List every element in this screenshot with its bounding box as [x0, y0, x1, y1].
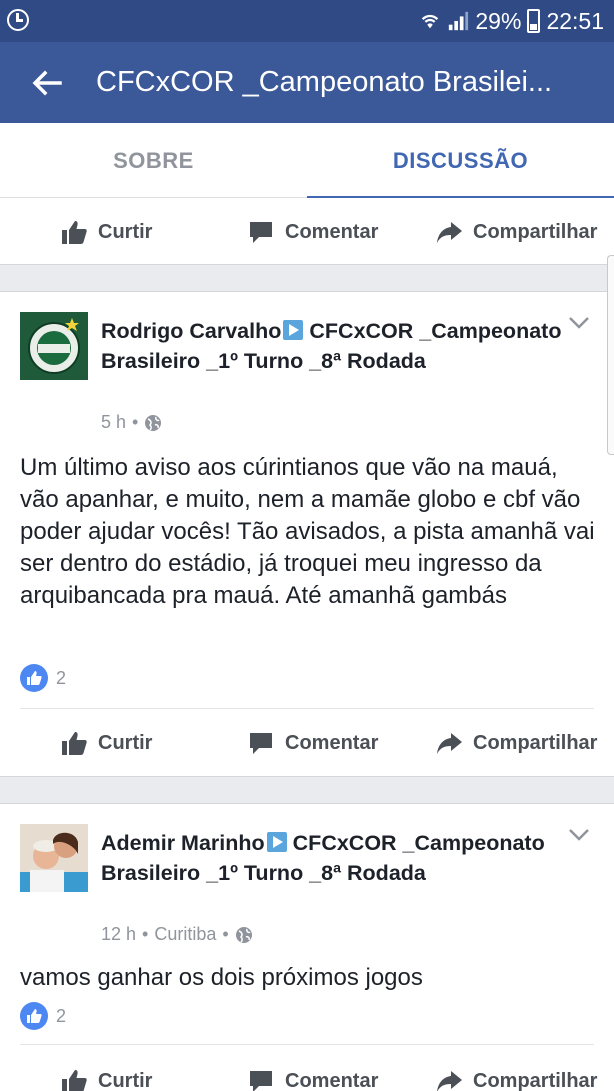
- like-reaction-icon: [20, 1002, 48, 1030]
- post-header: Rodrigo Carvalho CFCxCOR _Campeonato Bras…: [101, 316, 571, 376]
- meta-dot: •: [222, 924, 229, 944]
- tab-sobre[interactable]: SOBRE: [0, 123, 307, 198]
- feed-separator: [0, 264, 614, 292]
- share-label: Compartilhar: [473, 1069, 598, 1091]
- share-button[interactable]: Compartilhar: [435, 709, 597, 777]
- globe-icon: [145, 414, 162, 431]
- action-bar-top: Curtir Comentar Compartilhar: [0, 198, 614, 266]
- like-count: 2: [56, 667, 67, 688]
- comment-button[interactable]: Comentar: [247, 1047, 378, 1091]
- post-meta: 12 h • Curitiba •: [101, 924, 253, 945]
- post-header: Ademir Marinho CFCxCOR _Campeonato Brasil…: [101, 828, 571, 888]
- battery-percent: 29%: [475, 7, 522, 34]
- reaction-summary[interactable]: 2: [20, 664, 66, 692]
- like-button[interactable]: Curtir: [60, 198, 152, 266]
- play-arrow-icon: [283, 320, 304, 340]
- avatar[interactable]: [20, 824, 88, 892]
- chevron-down-icon[interactable]: [568, 828, 590, 842]
- post-text: Um último aviso aos cúrintianos que vão …: [20, 454, 595, 609]
- post-card: Rodrigo Carvalho CFCxCOR _Campeonato Bras…: [0, 292, 614, 777]
- status-right: 29% 22:51: [419, 6, 604, 36]
- comment-label: Comentar: [285, 1069, 379, 1091]
- post-text: vamos ganhar os dois próximos jogos: [20, 964, 423, 991]
- post-time[interactable]: 12 h: [101, 924, 136, 945]
- comment-icon: [250, 1071, 272, 1091]
- globe-icon: [235, 926, 252, 943]
- thumbs-up-icon: [62, 1070, 87, 1091]
- comment-icon: [250, 222, 272, 243]
- post-meta: 5 h •: [101, 412, 162, 433]
- share-label: Compartilhar: [473, 731, 598, 754]
- comment-icon: [250, 733, 272, 754]
- avatar[interactable]: [20, 312, 88, 380]
- scrollbar[interactable]: [607, 255, 614, 455]
- signal-icon: [449, 11, 469, 31]
- chevron-down-icon[interactable]: [568, 316, 590, 330]
- club-crest-avatar: [20, 312, 88, 380]
- share-label: Compartilhar: [473, 220, 598, 243]
- like-label: Curtir: [98, 220, 153, 243]
- thumbs-up-icon: [62, 732, 87, 755]
- status-time: 22:51: [546, 7, 604, 34]
- back-arrow-icon[interactable]: [30, 66, 64, 100]
- tab-discussao[interactable]: DISCUSSÃO: [307, 123, 614, 199]
- post-card: Ademir Marinho CFCxCOR _Campeonato Brasil…: [0, 804, 614, 1091]
- status-bar: 29% 22:51: [0, 0, 614, 42]
- wifi-icon: [422, 14, 439, 29]
- comment-button[interactable]: Comentar: [247, 198, 378, 266]
- like-label: Curtir: [98, 1069, 153, 1091]
- post-action-bar: Curtir Comentar Compartilhar: [0, 1047, 614, 1091]
- play-arrow-icon: [266, 832, 287, 852]
- share-icon: [437, 1071, 462, 1091]
- post-divider: [20, 1044, 594, 1045]
- like-button[interactable]: Curtir: [60, 1047, 152, 1091]
- thumbs-up-icon: [62, 221, 87, 244]
- share-button[interactable]: Compartilhar: [435, 1047, 597, 1091]
- post-location[interactable]: Curitiba: [154, 924, 216, 945]
- meta-dot: •: [142, 924, 149, 944]
- feed-separator: [0, 776, 614, 804]
- share-button[interactable]: Compartilhar: [435, 198, 597, 266]
- post-action-bar: Curtir Comentar Compartilhar: [0, 709, 614, 777]
- reaction-summary[interactable]: 2: [20, 1002, 66, 1030]
- profile-photo-avatar: [20, 824, 88, 892]
- meta-dot: •: [132, 412, 139, 432]
- author-name[interactable]: Ademir Marinho: [101, 831, 265, 855]
- tab-bar: SOBRE DISCUSSÃO: [0, 123, 614, 199]
- page-title: CFCxCOR _Campeonato Brasilei...: [96, 66, 553, 98]
- like-count: 2: [56, 1005, 67, 1026]
- like-label: Curtir: [98, 731, 153, 754]
- author-name[interactable]: Rodrigo Carvalho: [101, 319, 281, 343]
- share-icon: [437, 733, 462, 754]
- comment-label: Comentar: [285, 731, 379, 754]
- comment-label: Comentar: [285, 220, 379, 243]
- post-time[interactable]: 5 h: [101, 412, 126, 433]
- share-icon: [437, 222, 462, 243]
- app-bar: CFCxCOR _Campeonato Brasilei...: [0, 42, 614, 123]
- battery-icon: [527, 9, 541, 33]
- clock-icon: [7, 9, 29, 31]
- like-button[interactable]: Curtir: [60, 709, 152, 777]
- like-reaction-icon: [20, 664, 48, 692]
- comment-button[interactable]: Comentar: [247, 709, 378, 777]
